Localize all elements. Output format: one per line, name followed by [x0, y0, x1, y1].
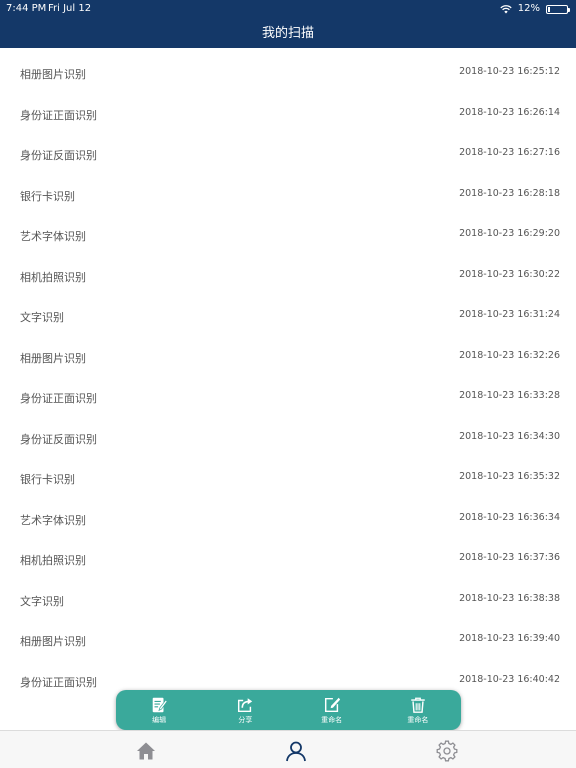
- record-time: 2018-10-23 16:31:24: [459, 309, 560, 320]
- tab-bar: [0, 730, 576, 768]
- wifi-icon: [500, 5, 512, 14]
- record-time: 2018-10-23 16:29:20: [459, 228, 560, 239]
- rename-button[interactable]: 重命名: [289, 690, 375, 730]
- delete-label: 重命名: [407, 715, 429, 724]
- status-time: 7:44 PM: [6, 3, 47, 14]
- trash-icon: [411, 697, 425, 713]
- list-item[interactable]: 艺术字体识别 2018-10-23 16:36:34: [0, 498, 576, 539]
- list-item[interactable]: 身份证反面识别 2018-10-23 16:27:16: [0, 133, 576, 174]
- record-name: 银行卡识别: [20, 189, 75, 203]
- status-indicators: 12%: [500, 0, 570, 18]
- record-name: 相册图片识别: [20, 68, 86, 81]
- list-item[interactable]: 身份证正面识别 2018-10-23 16:26:14: [0, 93, 576, 134]
- record-name: 身份证反面识别: [20, 432, 97, 446]
- record-name: 身份证反面识别: [20, 149, 97, 162]
- tab-home[interactable]: [135, 740, 157, 762]
- list-item[interactable]: 相机拍照识别 2018-10-23 16:30:22: [0, 255, 576, 296]
- battery-fill: [548, 6, 550, 12]
- record-name: 文字识别: [20, 594, 64, 608]
- record-time: 2018-10-23 16:26:14: [459, 106, 560, 118]
- share-label: 分享: [238, 715, 253, 724]
- record-time: 2018-10-23 16:25:12: [459, 66, 560, 77]
- record-time: 2018-10-23 16:28:18: [459, 187, 560, 199]
- record-time: 2018-10-23 16:27:16: [459, 147, 560, 158]
- list-item[interactable]: 银行卡识别 2018-10-23 16:35:32: [0, 457, 576, 498]
- status-date: Fri Jul 12: [48, 3, 92, 14]
- home-icon: [137, 742, 155, 760]
- list-item[interactable]: 相册图片识别 2018-10-23 16:25:12: [0, 52, 576, 93]
- rename-label: 重命名: [321, 715, 343, 724]
- tab-settings[interactable]: [436, 740, 458, 762]
- battery-icon: [546, 4, 570, 14]
- record-name: 相册图片识别: [20, 351, 86, 365]
- record-time: 2018-10-23 16:39:40: [459, 633, 560, 644]
- edit-button[interactable]: 编辑: [116, 690, 202, 730]
- record-name: 相机拍照识别: [20, 554, 86, 567]
- record-time: 2018-10-23 16:37:36: [459, 552, 560, 563]
- record-time: 2018-10-23 16:33:28: [459, 390, 560, 401]
- page-title: 我的扫描: [261, 26, 314, 41]
- record-name: 身份证正面识别: [20, 108, 97, 122]
- record-name: 身份证正面识别: [20, 392, 97, 405]
- record-time: 2018-10-23 16:32:26: [459, 349, 560, 361]
- share-icon: [238, 697, 253, 712]
- edit-icon: [152, 697, 168, 712]
- list-item[interactable]: 身份证正面识别 2018-10-23 16:33:28: [0, 376, 576, 417]
- user-icon: [286, 741, 306, 762]
- record-name: 文字识别: [20, 311, 64, 324]
- list-item[interactable]: 相册图片识别 2018-10-23 16:32:26: [0, 336, 576, 377]
- delete-button[interactable]: 重命名: [375, 690, 461, 730]
- record-name: 艺术字体识别: [20, 230, 86, 243]
- list-item[interactable]: 相册图片识别 2018-10-23 16:39:40: [0, 619, 576, 660]
- record-name: 身份证正面识别: [20, 675, 97, 689]
- list-item[interactable]: 身份证反面识别 2018-10-23 16:34:30: [0, 417, 576, 458]
- app-header: 7:44 PM Fri Jul 12 12% 我的扫描: [0, 0, 576, 48]
- share-button[interactable]: 分享: [202, 690, 288, 730]
- list-item[interactable]: 文字识别 2018-10-23 16:38:38: [0, 579, 576, 620]
- list-item[interactable]: 文字识别 2018-10-23 16:31:24: [0, 295, 576, 336]
- record-time: 2018-10-23 16:35:32: [459, 471, 560, 482]
- record-name: 艺术字体识别: [20, 513, 86, 527]
- edit-label: 编辑: [152, 715, 167, 724]
- rename-icon: [324, 697, 340, 712]
- tab-user[interactable]: [285, 740, 307, 762]
- record-name: 相册图片识别: [20, 635, 86, 648]
- action-toolbar: 编辑 分享 重命名 重命名: [116, 690, 461, 730]
- list-item[interactable]: 艺术字体识别 2018-10-23 16:29:20: [0, 214, 576, 255]
- status-bar: 7:44 PM Fri Jul 12 12%: [0, 0, 576, 18]
- gear-icon: [436, 740, 458, 762]
- record-time: 2018-10-23 16:36:34: [459, 511, 560, 523]
- record-time: 2018-10-23 16:38:38: [459, 592, 560, 604]
- record-time: 2018-10-23 16:40:42: [459, 673, 560, 685]
- battery-percent: 12%: [517, 3, 540, 14]
- record-name: 银行卡识别: [20, 473, 75, 486]
- record-time: 2018-10-23 16:34:30: [459, 430, 560, 442]
- list-item[interactable]: 相机拍照识别 2018-10-23 16:37:36: [0, 538, 576, 579]
- list-item[interactable]: 银行卡识别 2018-10-23 16:28:18: [0, 174, 576, 215]
- record-name: 相机拍照识别: [20, 270, 86, 284]
- scan-record-list[interactable]: 相册图片识别 2018-10-23 16:25:12 身份证正面识别 2018-…: [0, 52, 576, 707]
- record-time: 2018-10-23 16:30:22: [459, 268, 560, 280]
